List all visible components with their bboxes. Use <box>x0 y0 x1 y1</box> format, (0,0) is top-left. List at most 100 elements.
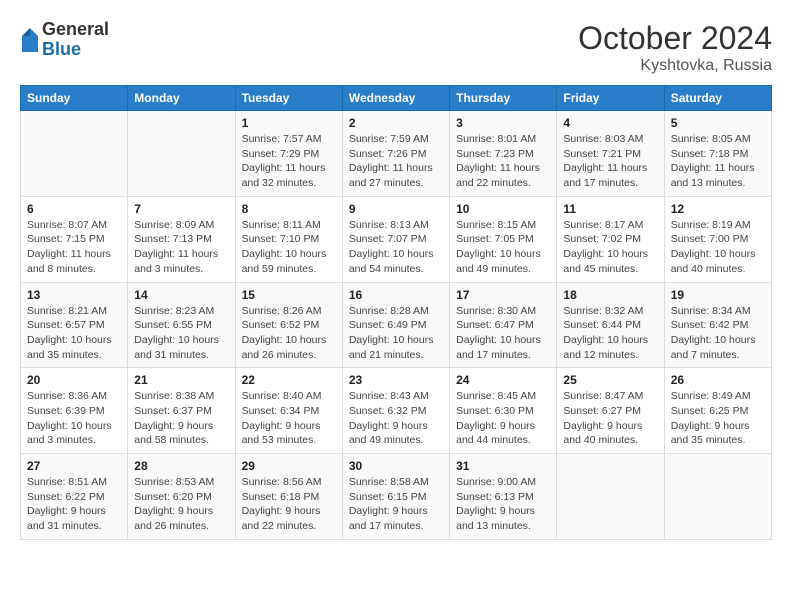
day-info: Sunrise: 8:11 AMSunset: 7:10 PMDaylight:… <box>242 218 336 277</box>
day-info: Sunrise: 8:26 AMSunset: 6:52 PMDaylight:… <box>242 304 336 363</box>
calendar-cell: 17Sunrise: 8:30 AMSunset: 6:47 PMDayligh… <box>450 282 557 368</box>
day-number: 9 <box>349 202 443 216</box>
logo-icon <box>20 26 40 54</box>
calendar-cell: 6 Sunrise: 8:07 AMSunset: 7:15 PMDaylight… <box>21 196 128 282</box>
calendar-week-row: 20 Sunrise: 8:36 AMSunset: 6:39 PMDayligh… <box>21 368 772 454</box>
page: General Blue October 2024 Kyshtovka, Rus… <box>0 0 792 612</box>
day-number: 31 <box>456 459 550 473</box>
day-number: 18 <box>563 288 657 302</box>
title-block: October 2024 Kyshtovka, Russia <box>578 20 772 75</box>
calendar-cell: 29 Sunrise: 8:56 AMSunset: 6:18 PMDayligh… <box>235 454 342 540</box>
calendar-cell: 13 Sunrise: 8:21 AMSunset: 6:57 PMDayligh… <box>21 282 128 368</box>
month-title: October 2024 <box>578 20 772 57</box>
day-number: 21 <box>134 373 228 387</box>
header: General Blue October 2024 Kyshtovka, Rus… <box>20 20 772 75</box>
location-title: Kyshtovka, Russia <box>578 57 772 75</box>
day-number: 12 <box>671 202 765 216</box>
day-number: 1 <box>242 116 336 130</box>
day-number: 25 <box>563 373 657 387</box>
calendar-cell: 2 Sunrise: 7:59 AMSunset: 7:26 PMDaylight… <box>342 111 449 197</box>
day-info: Sunrise: 8:03 AMSunset: 7:21 PMDaylight:… <box>563 132 657 191</box>
logo-blue-text: Blue <box>42 40 109 60</box>
day-number: 3 <box>456 116 550 130</box>
calendar-cell: 27 Sunrise: 8:51 AMSunset: 6:22 PMDayligh… <box>21 454 128 540</box>
calendar-cell: 7 Sunrise: 8:09 AMSunset: 7:13 PMDaylight… <box>128 196 235 282</box>
calendar-cell: 25 Sunrise: 8:47 AMSunset: 6:27 PMDayligh… <box>557 368 664 454</box>
day-number: 10 <box>456 202 550 216</box>
calendar-cell <box>128 111 235 197</box>
col-saturday: Saturday <box>664 86 771 111</box>
calendar-cell <box>664 454 771 540</box>
calendar-cell: 30 Sunrise: 8:58 AMSunset: 6:15 PMDayligh… <box>342 454 449 540</box>
day-info: Sunrise: 8:51 AMSunset: 6:22 PMDaylight:… <box>27 475 121 534</box>
calendar-cell: 8 Sunrise: 8:11 AMSunset: 7:10 PMDaylight… <box>235 196 342 282</box>
day-info: Sunrise: 8:45 AMSunset: 6:30 PMDaylight:… <box>456 389 550 448</box>
calendar-cell: 3Sunrise: 8:01 AMSunset: 7:23 PMDaylight… <box>450 111 557 197</box>
day-number: 22 <box>242 373 336 387</box>
logo-text: General Blue <box>42 20 109 60</box>
day-number: 27 <box>27 459 121 473</box>
calendar-cell: 28Sunrise: 8:53 AMSunset: 6:20 PMDayligh… <box>128 454 235 540</box>
day-number: 5 <box>671 116 765 130</box>
day-number: 29 <box>242 459 336 473</box>
calendar-week-row: 27 Sunrise: 8:51 AMSunset: 6:22 PMDayligh… <box>21 454 772 540</box>
day-number: 7 <box>134 202 228 216</box>
day-info: Sunrise: 7:57 AMSunset: 7:29 PMDaylight:… <box>242 132 336 191</box>
day-info: Sunrise: 8:36 AMSunset: 6:39 PMDaylight:… <box>27 389 121 448</box>
day-number: 6 <box>27 202 121 216</box>
col-friday: Friday <box>557 86 664 111</box>
day-info: Sunrise: 8:21 AMSunset: 6:57 PMDaylight:… <box>27 304 121 363</box>
day-info: Sunrise: 8:40 AMSunset: 6:34 PMDaylight:… <box>242 389 336 448</box>
col-thursday: Thursday <box>450 86 557 111</box>
day-number: 2 <box>349 116 443 130</box>
day-info: Sunrise: 8:23 AMSunset: 6:55 PMDaylight:… <box>134 304 228 363</box>
day-number: 24 <box>456 373 550 387</box>
logo-general-text: General <box>42 20 109 40</box>
calendar-week-row: 6 Sunrise: 8:07 AMSunset: 7:15 PMDaylight… <box>21 196 772 282</box>
logo: General Blue <box>20 20 109 60</box>
calendar-cell: 5 Sunrise: 8:05 AMSunset: 7:18 PMDaylight… <box>664 111 771 197</box>
day-info: Sunrise: 8:05 AMSunset: 7:18 PMDaylight:… <box>671 132 765 191</box>
day-info: Sunrise: 7:59 AMSunset: 7:26 PMDaylight:… <box>349 132 443 191</box>
calendar-cell: 9 Sunrise: 8:13 AMSunset: 7:07 PMDaylight… <box>342 196 449 282</box>
col-wednesday: Wednesday <box>342 86 449 111</box>
calendar-table: Sunday Monday Tuesday Wednesday Thursday… <box>20 85 772 540</box>
day-info: Sunrise: 9:00 AMSunset: 6:13 PMDaylight:… <box>456 475 550 534</box>
day-info: Sunrise: 8:58 AMSunset: 6:15 PMDaylight:… <box>349 475 443 534</box>
day-info: Sunrise: 8:09 AMSunset: 7:13 PMDaylight:… <box>134 218 228 277</box>
col-monday: Monday <box>128 86 235 111</box>
calendar-cell <box>557 454 664 540</box>
day-number: 13 <box>27 288 121 302</box>
day-number: 16 <box>349 288 443 302</box>
day-number: 14 <box>134 288 228 302</box>
day-number: 8 <box>242 202 336 216</box>
day-info: Sunrise: 8:47 AMSunset: 6:27 PMDaylight:… <box>563 389 657 448</box>
calendar-cell <box>21 111 128 197</box>
day-info: Sunrise: 8:07 AMSunset: 7:15 PMDaylight:… <box>27 218 121 277</box>
calendar-cell: 10 Sunrise: 8:15 AMSunset: 7:05 PMDayligh… <box>450 196 557 282</box>
calendar-cell: 19Sunrise: 8:34 AMSunset: 6:42 PMDayligh… <box>664 282 771 368</box>
day-info: Sunrise: 8:56 AMSunset: 6:18 PMDaylight:… <box>242 475 336 534</box>
day-info: Sunrise: 8:53 AMSunset: 6:20 PMDaylight:… <box>134 475 228 534</box>
day-info: Sunrise: 8:28 AMSunset: 6:49 PMDaylight:… <box>349 304 443 363</box>
calendar-cell: 1 Sunrise: 7:57 AMSunset: 7:29 PMDaylight… <box>235 111 342 197</box>
calendar-cell: 21Sunrise: 8:38 AMSunset: 6:37 PMDayligh… <box>128 368 235 454</box>
calendar-cell: 12 Sunrise: 8:19 AMSunset: 7:00 PMDayligh… <box>664 196 771 282</box>
calendar-cell: 15 Sunrise: 8:26 AMSunset: 6:52 PMDayligh… <box>235 282 342 368</box>
calendar-cell: 26Sunrise: 8:49 AMSunset: 6:25 PMDayligh… <box>664 368 771 454</box>
calendar-week-row: 13 Sunrise: 8:21 AMSunset: 6:57 PMDayligh… <box>21 282 772 368</box>
day-number: 20 <box>27 373 121 387</box>
day-number: 15 <box>242 288 336 302</box>
day-info: Sunrise: 8:13 AMSunset: 7:07 PMDaylight:… <box>349 218 443 277</box>
col-tuesday: Tuesday <box>235 86 342 111</box>
day-info: Sunrise: 8:15 AMSunset: 7:05 PMDaylight:… <box>456 218 550 277</box>
calendar-cell: 16 Sunrise: 8:28 AMSunset: 6:49 PMDayligh… <box>342 282 449 368</box>
day-info: Sunrise: 8:19 AMSunset: 7:00 PMDaylight:… <box>671 218 765 277</box>
day-info: Sunrise: 8:43 AMSunset: 6:32 PMDaylight:… <box>349 389 443 448</box>
day-number: 26 <box>671 373 765 387</box>
day-number: 30 <box>349 459 443 473</box>
calendar-cell: 24 Sunrise: 8:45 AMSunset: 6:30 PMDayligh… <box>450 368 557 454</box>
day-number: 11 <box>563 202 657 216</box>
day-info: Sunrise: 8:34 AMSunset: 6:42 PMDaylight:… <box>671 304 765 363</box>
calendar-cell: 22 Sunrise: 8:40 AMSunset: 6:34 PMDayligh… <box>235 368 342 454</box>
